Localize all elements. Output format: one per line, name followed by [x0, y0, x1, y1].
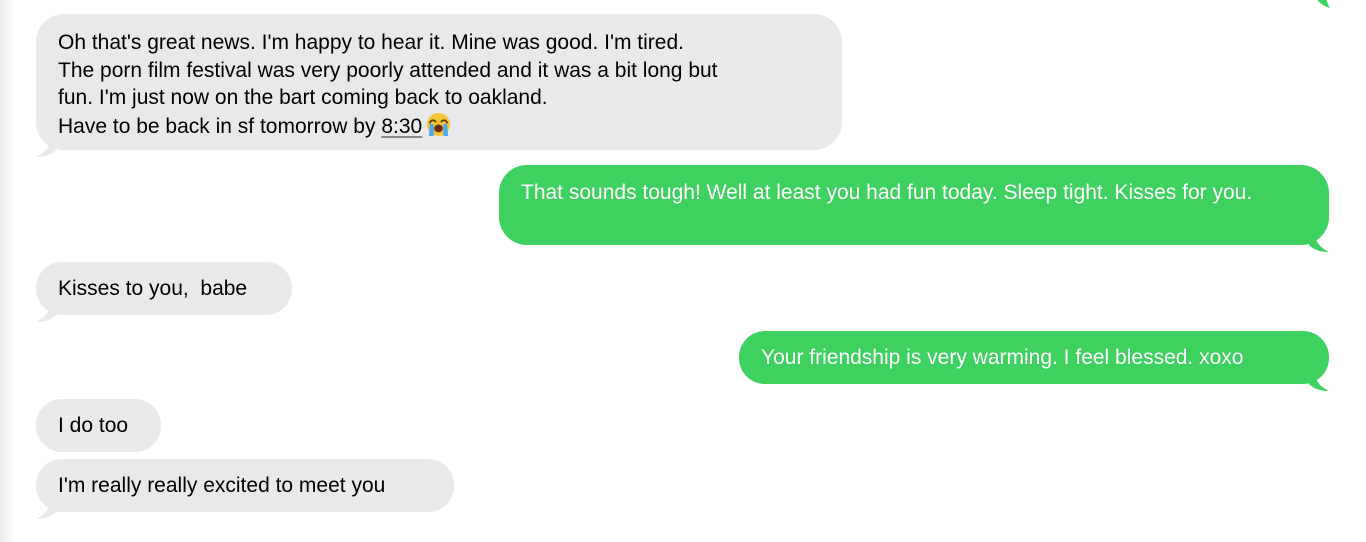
bubble-tail [1309, 233, 1329, 252]
message-text: I'm really really excited to meet you [58, 474, 386, 497]
message-text: I do too [58, 414, 129, 437]
loudly-crying-face-icon [427, 112, 451, 136]
bubble-tail [36, 303, 56, 322]
message-thread[interactable]: Oh that's great news. I'm happy to hear … [0, 0, 1366, 542]
message-text: Kisses to you, babe [58, 277, 248, 300]
message-line: Oh that's great news. I'm happy to hear … [58, 31, 684, 54]
time-link[interactable]: 8:30 [381, 115, 422, 138]
bubble-tail [1309, 372, 1329, 391]
message-line-with-time: Have to be back in sf tomorrow by 8:30 [58, 112, 820, 141]
message-text: That sounds tough! Well at least you had… [521, 181, 1253, 204]
message-line: Have to be back in sf tomorrow by [58, 114, 376, 138]
message-bubble-received-4[interactable]: I'm really really excited to meet you [36, 459, 454, 519]
message-line: The porn film festival was very poorly a… [58, 58, 718, 82]
message-bubble-received-3[interactable]: I do too [36, 399, 161, 452]
message-bubble-sent-1[interactable]: That sounds tough! Well at least you had… [499, 165, 1329, 252]
previous-message-tail [1317, 0, 1330, 8]
message-bubble-received-2[interactable]: Kisses to you, babe [36, 262, 292, 322]
message-text: Your friendship is very warming. I feel … [761, 346, 1244, 369]
message-line: fun. I'm just now on the bart coming bac… [58, 86, 548, 109]
bubble-tail [36, 500, 56, 519]
bubble-tail [36, 138, 56, 157]
message-bubble-received-1[interactable]: Oh that's great news. I'm happy to hear … [36, 14, 842, 157]
message-bubble-sent-2[interactable]: Your friendship is very warming. I feel … [739, 331, 1329, 391]
